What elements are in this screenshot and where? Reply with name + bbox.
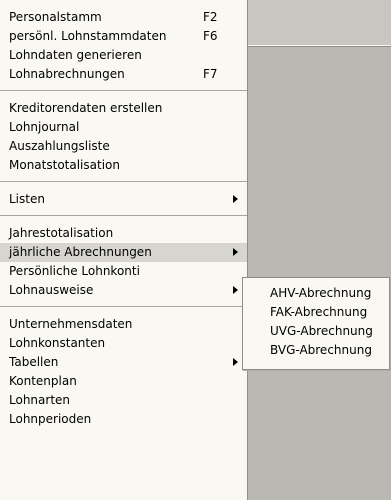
menu-separator bbox=[0, 215, 247, 216]
menu-item-label: Lohnperioden bbox=[9, 412, 92, 426]
menu-item-lohndaten-generieren[interactable]: Lohndaten generieren bbox=[0, 46, 247, 65]
menu-item-label: Lohnabrechnungen bbox=[9, 67, 125, 81]
submenu-item-uvg-abrechnung[interactable]: UVG-Abrechnung bbox=[243, 322, 389, 341]
submenu-arrow-icon bbox=[233, 358, 238, 366]
menu-item-label: Jahrestotalisation bbox=[9, 226, 114, 240]
submenu-item-label: AHV-Abrechnung bbox=[270, 286, 372, 300]
menu-item-label: Lohnausweise bbox=[9, 283, 94, 297]
menu-item-shortcut: F2 bbox=[203, 10, 218, 24]
menu-item-jahrestotalisation[interactable]: Jahrestotalisation bbox=[0, 224, 247, 243]
menu-separator bbox=[0, 90, 247, 91]
menu-item-unternehmensdaten[interactable]: Unternehmensdaten bbox=[0, 315, 247, 334]
menu-item-label: Lohnarten bbox=[9, 393, 71, 407]
submenu-arrow-icon bbox=[233, 195, 238, 203]
menu-item-label: Lohndaten generieren bbox=[9, 48, 142, 62]
menu-item-auszahlungsliste[interactable]: Auszahlungsliste bbox=[0, 137, 247, 156]
menu-item-shortcut: F7 bbox=[203, 67, 218, 81]
menu-item-listen[interactable]: Listen bbox=[0, 190, 247, 209]
menu-item-shortcut: F6 bbox=[203, 29, 218, 43]
menu-item-label: Personalstamm bbox=[9, 10, 102, 24]
menu-item-kreditorendaten[interactable]: Kreditorendaten erstellen bbox=[0, 99, 247, 118]
menu-item-persoenliche-lohnkonti[interactable]: Persönliche Lohnkonti bbox=[0, 262, 247, 281]
menu-item-label: Lohnkonstanten bbox=[9, 336, 106, 350]
menu-item-label: Lohnjournal bbox=[9, 120, 80, 134]
submenu-item-label: UVG-Abrechnung bbox=[270, 324, 373, 338]
menu-item-monatstotalisation[interactable]: Monatstotalisation bbox=[0, 156, 247, 175]
menu-item-personalstamm[interactable]: Personalstamm F2 bbox=[0, 8, 247, 27]
background-toolbar bbox=[248, 0, 391, 46]
menu-item-label: Persönliche Lohnkonti bbox=[9, 264, 140, 278]
background-panel bbox=[248, 0, 391, 500]
submenu-arrow-icon bbox=[233, 248, 238, 256]
menu-item-lohnausweise[interactable]: Lohnausweise bbox=[0, 281, 247, 300]
menu-item-label: Monatstotalisation bbox=[9, 158, 120, 172]
menu-item-lohnkonstanten[interactable]: Lohnkonstanten bbox=[0, 334, 247, 353]
menu-item-label: Auszahlungsliste bbox=[9, 139, 110, 153]
submenu-item-bvg-abrechnung[interactable]: BVG-Abrechnung bbox=[243, 341, 389, 360]
menu-item-tabellen[interactable]: Tabellen bbox=[0, 353, 247, 372]
menu-item-lohnarten[interactable]: Lohnarten bbox=[0, 391, 247, 410]
menu-item-label: Listen bbox=[9, 192, 45, 206]
menu-item-label: persönl. Lohnstammdaten bbox=[9, 29, 167, 43]
submenu-arrow-icon bbox=[233, 286, 238, 294]
menu-item-lohnperioden[interactable]: Lohnperioden bbox=[0, 410, 247, 429]
submenu-item-ahv-abrechnung[interactable]: AHV-Abrechnung bbox=[243, 284, 389, 303]
submenu-item-label: BVG-Abrechnung bbox=[270, 343, 372, 357]
submenu-item-label: FAK-Abrechnung bbox=[270, 305, 368, 319]
menu-item-lohnjournal[interactable]: Lohnjournal bbox=[0, 118, 247, 137]
menu-item-label: Kreditorendaten erstellen bbox=[9, 101, 163, 115]
submenu-jaehrliche-abrechnungen: AHV-Abrechnung FAK-Abrechnung UVG-Abrech… bbox=[242, 277, 390, 370]
menu-item-lohnabrechnungen[interactable]: Lohnabrechnungen F7 bbox=[0, 65, 247, 84]
menu-separator bbox=[0, 306, 247, 307]
menu-item-lohnstammdaten[interactable]: persönl. Lohnstammdaten F6 bbox=[0, 27, 247, 46]
dropdown-menu: Personalstamm F2 persönl. Lohnstammdaten… bbox=[0, 0, 248, 500]
menu-item-label: Unternehmensdaten bbox=[9, 317, 133, 331]
menu-item-label: jährliche Abrechnungen bbox=[9, 245, 152, 259]
submenu-item-fak-abrechnung[interactable]: FAK-Abrechnung bbox=[243, 303, 389, 322]
menu-item-kontenplan[interactable]: Kontenplan bbox=[0, 372, 247, 391]
menu-item-label: Tabellen bbox=[9, 355, 59, 369]
menu-item-jaehrliche-abrechnungen[interactable]: jährliche Abrechnungen bbox=[0, 243, 247, 262]
menu-separator bbox=[0, 181, 247, 182]
menu-item-label: Kontenplan bbox=[9, 374, 77, 388]
